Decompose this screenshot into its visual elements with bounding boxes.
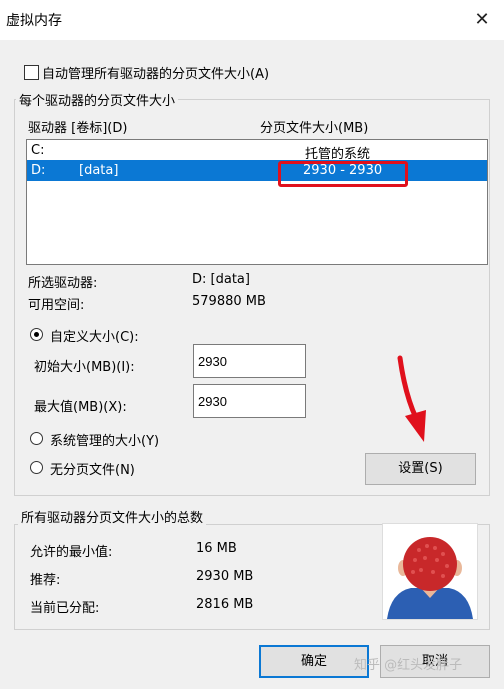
custom-size-radio[interactable] [30, 328, 43, 341]
drive-letter: D: [31, 163, 46, 178]
allocated-label: 当前已分配: [30, 601, 100, 616]
system-managed-radio[interactable] [30, 432, 43, 445]
set-button[interactable]: 设置(S) [365, 453, 476, 485]
recommended-label: 推荐: [30, 573, 61, 588]
close-button[interactable]: ✕ [468, 6, 496, 34]
selected-drive-value: D: [data] [192, 272, 250, 287]
min-allowed-value: 16 MB [196, 541, 237, 556]
auto-manage-label: 自动管理所有驱动器的分页文件大小(A) [42, 67, 270, 82]
drive-row-d[interactable]: D: [data] 2930 - 2930 [27, 160, 487, 181]
window-title: 虚拟内存 [6, 13, 62, 29]
no-paging-radio[interactable] [30, 461, 43, 474]
column-header-size: 分页文件大小(MB) [260, 121, 369, 136]
person-icon [387, 537, 473, 619]
highlight-box [278, 161, 408, 187]
no-paging-label: 无分页文件(N) [50, 463, 135, 478]
initial-size-label: 初始大小(MB)(I): [34, 360, 135, 375]
auto-manage-checkbox[interactable] [24, 65, 39, 80]
recommended-value: 2930 MB [196, 569, 254, 584]
ok-button[interactable]: 确定 [259, 645, 369, 678]
title-bar [0, 0, 504, 40]
per-drive-legend: 每个驱动器的分页文件大小 [16, 90, 179, 109]
max-size-label: 最大值(MB)(X): [34, 400, 127, 415]
drive-volume-label: [data] [79, 163, 119, 178]
drive-list[interactable]: C: 托管的系统 D: [data] 2930 - 2930 [26, 139, 488, 265]
custom-size-label: 自定义大小(C): [50, 330, 139, 345]
system-managed-label: 系统管理的大小(Y) [50, 434, 160, 449]
min-allowed-label: 允许的最小值: [30, 545, 113, 560]
free-space-value: 579880 MB [192, 294, 266, 309]
avatar [382, 523, 478, 620]
close-icon: ✕ [474, 9, 490, 30]
annotation-arrow-icon [397, 355, 426, 442]
watermark: 知乎 @红头发胖子 [354, 658, 463, 673]
drive-letter: C: [31, 143, 45, 158]
drive-row-c[interactable]: C: 托管的系统 [27, 140, 487, 162]
total-legend: 所有驱动器分页文件大小的总数 [18, 507, 207, 526]
column-header-drive: 驱动器 [卷标](D) [28, 121, 128, 136]
max-size-input[interactable] [193, 384, 306, 418]
selected-drive-label: 所选驱动器: [28, 276, 98, 291]
free-space-label: 可用空间: [28, 298, 85, 313]
allocated-value: 2816 MB [196, 597, 254, 612]
initial-size-input[interactable] [193, 344, 306, 378]
